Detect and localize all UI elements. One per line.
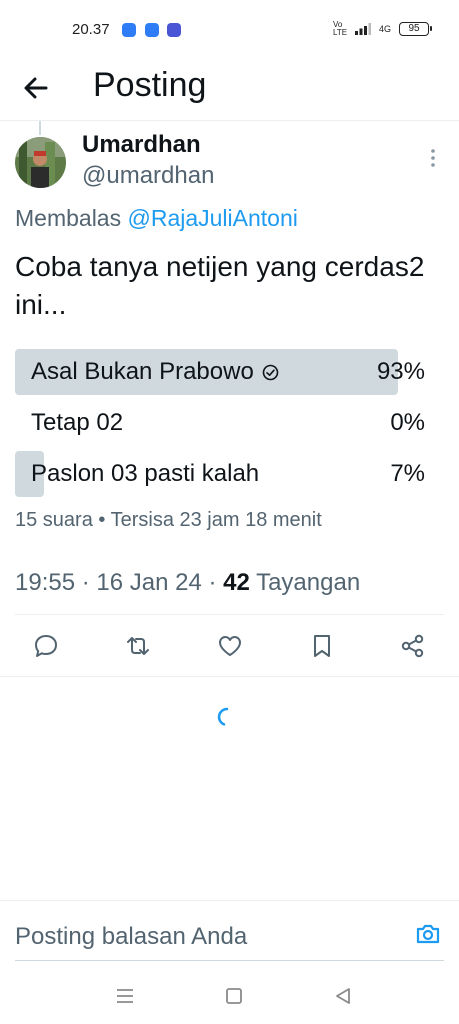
bookmark-button[interactable] xyxy=(307,631,337,661)
volte-icon: Vo LTE xyxy=(332,20,348,37)
more-options-button[interactable] xyxy=(424,146,442,170)
check-circle-icon xyxy=(262,364,279,380)
views-count[interactable]: 42 xyxy=(223,569,250,596)
reply-input[interactable] xyxy=(15,920,395,954)
camera-icon xyxy=(416,924,440,944)
cast-notification-icon xyxy=(145,23,159,37)
home-button[interactable] xyxy=(222,984,246,1008)
like-icon xyxy=(219,636,241,656)
retweet-icon xyxy=(127,637,149,655)
poll: Asal Bukan Prabowo 93% Tetap 02 0% Paslo… xyxy=(15,349,427,502)
poll-option-label: Paslon 03 pasti kalah xyxy=(31,460,260,487)
reply-button[interactable] xyxy=(31,631,61,661)
battery-level: 95 xyxy=(408,23,420,34)
thread-line xyxy=(39,121,41,135)
reply-mention-link[interactable]: @RajaJuliAntoni xyxy=(127,205,297,231)
app-header: Posting xyxy=(0,60,459,120)
system-back-button[interactable] xyxy=(331,984,355,1008)
share-icon xyxy=(401,634,424,658)
arrow-left-icon xyxy=(24,77,48,99)
game-notification-icon xyxy=(167,23,181,37)
like-button[interactable] xyxy=(215,631,245,661)
poll-option-percent: 0% xyxy=(390,409,425,436)
poll-option-label: Asal Bukan Prabowo xyxy=(31,358,254,385)
divider xyxy=(0,676,459,677)
poll-option: Paslon 03 pasti kalah 7% xyxy=(15,451,427,497)
poll-option-label: Tetap 02 xyxy=(31,409,124,436)
poll-option-percent: 7% xyxy=(390,460,425,487)
back-button[interactable] xyxy=(18,70,54,106)
bookmark-icon xyxy=(314,635,330,657)
author-name[interactable]: Umardhan xyxy=(82,131,201,159)
avatar[interactable] xyxy=(15,137,66,188)
poll-option: Asal Bukan Prabowo 93% xyxy=(15,349,427,395)
home-square-icon xyxy=(226,988,242,1004)
composer-underline xyxy=(15,960,444,961)
signal-icon xyxy=(354,23,371,35)
camera-button[interactable] xyxy=(414,920,442,948)
poll-meta: 15 suara • Tersisa 23 jam 18 menit xyxy=(15,509,322,531)
status-bar: 20.37 Vo LTE 4G 95 xyxy=(0,0,459,60)
triangle-back-icon xyxy=(336,988,350,1004)
network-type: 4G xyxy=(378,24,391,34)
battery-icon: 95 xyxy=(399,22,432,36)
views-label[interactable]: Tayangan xyxy=(250,569,360,596)
page-title: Posting xyxy=(93,66,207,104)
author-handle[interactable]: @umardhan xyxy=(82,162,214,190)
poll-option: Tetap 02 0% xyxy=(15,400,427,446)
menu-icon xyxy=(117,989,133,1003)
share-button[interactable] xyxy=(398,631,428,661)
composer-divider xyxy=(0,900,459,901)
app-notification-icon xyxy=(122,23,136,37)
poll-option-percent: 93% xyxy=(376,358,425,385)
divider xyxy=(15,614,444,615)
action-bar xyxy=(0,625,459,667)
tweet-text: Coba tanya netijen yang cerdas2 ini... xyxy=(15,251,425,320)
retweet-button[interactable] xyxy=(123,631,153,661)
more-vertical-icon xyxy=(431,149,435,167)
loading-spinner-icon xyxy=(216,706,238,728)
reply-prefix: Membalas xyxy=(15,205,128,231)
status-time: 20.37 xyxy=(72,21,110,38)
tweet-timestamp: 19:55 · 16 Jan 24 · 42 Tayangan xyxy=(15,569,360,597)
avatar-image xyxy=(15,137,66,188)
recents-button[interactable] xyxy=(113,984,137,1008)
reply-to-line: Membalas @RajaJuliAntoni xyxy=(15,205,298,232)
header-divider xyxy=(0,120,459,121)
system-nav-bar xyxy=(0,966,459,1024)
reply-icon xyxy=(35,635,57,657)
timestamp-text: 19:55 · 16 Jan 24 · xyxy=(15,569,224,596)
